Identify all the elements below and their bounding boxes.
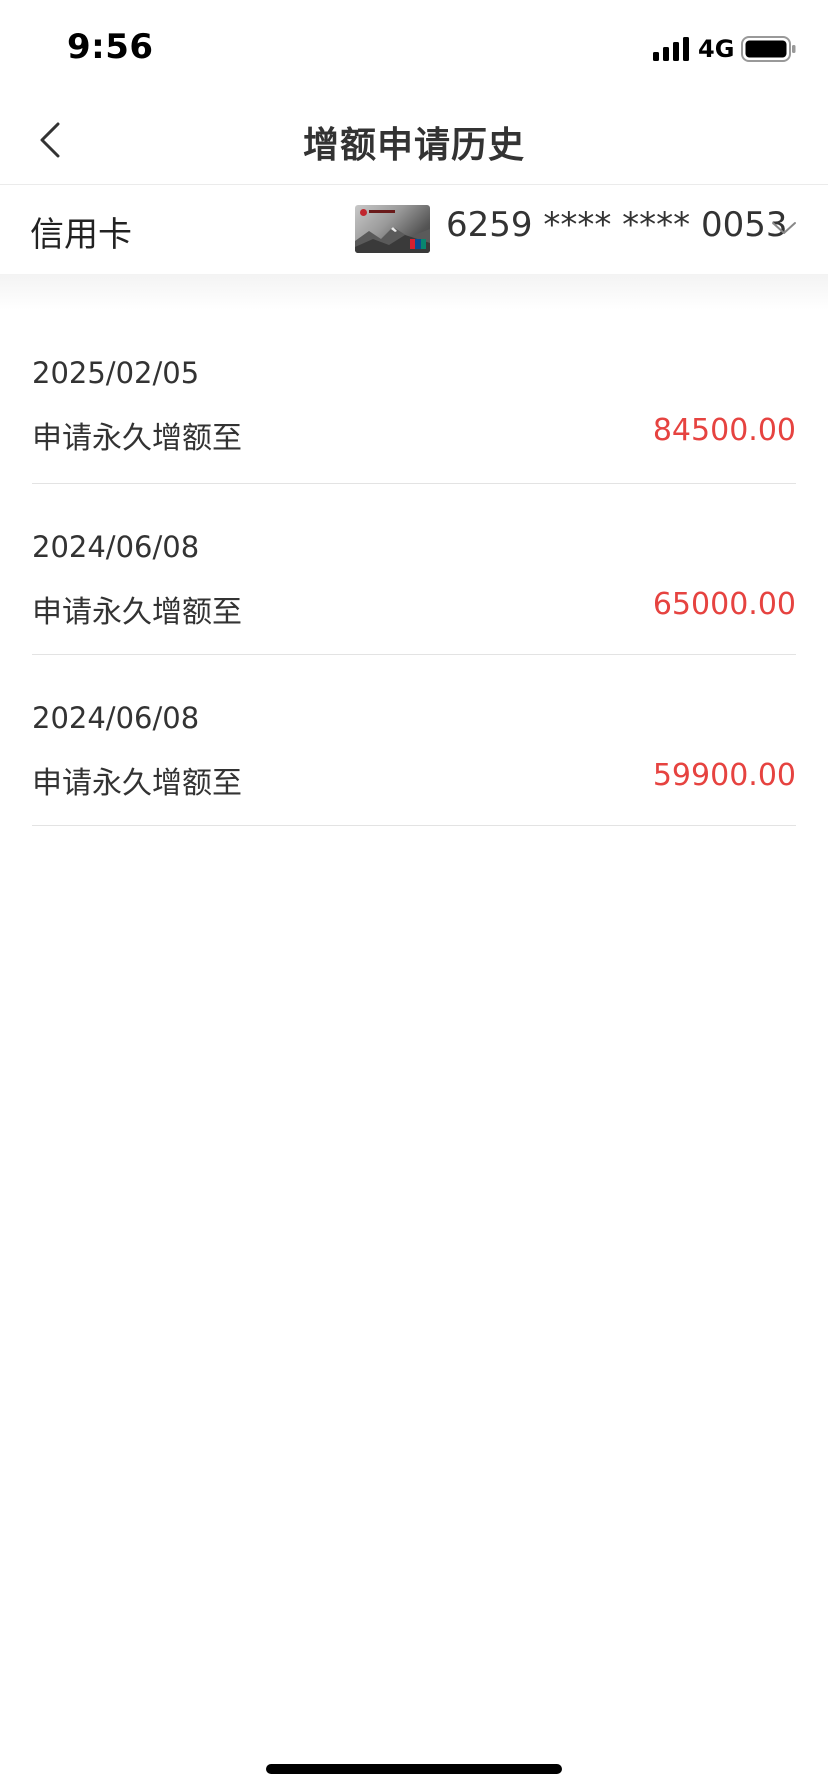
status-bar: 9:56 4G — [0, 0, 828, 96]
battery-icon — [741, 36, 796, 62]
history-item-amount: 65000.00 — [652, 587, 796, 622]
history-list: 2025/02/05 申请永久增额至 84500.00 2024/06/08 申… — [0, 310, 828, 826]
history-item-amount: 84500.00 — [652, 413, 796, 448]
status-time: 9:56 — [67, 27, 154, 67]
history-item: 2025/02/05 申请永久增额至 84500.00 — [32, 310, 796, 484]
cellular-signal-icon — [653, 37, 689, 61]
history-item: 2024/06/08 申请永久增额至 65000.00 — [32, 484, 796, 655]
history-item-description: 申请永久增额至 — [32, 421, 242, 456]
page-title: 增额申请历史 — [302, 125, 525, 166]
chevron-down-icon[interactable] — [770, 219, 798, 237]
card-selector[interactable]: 信用卡 6259 **** **** 0053 — [0, 185, 828, 273]
history-item-date: 2025/02/05 — [32, 356, 200, 390]
card-number: 6259 **** **** 0053 — [446, 205, 788, 245]
bank-logo-icon — [360, 209, 367, 216]
bank-name-mark — [369, 210, 395, 213]
navigation-bar: 增额申请历史 — [0, 96, 828, 185]
credit-card-thumbnail — [355, 205, 430, 253]
card-type-label: 信用卡 — [30, 215, 132, 255]
history-item-description: 申请永久增额至 — [32, 766, 242, 801]
history-item-amount: 59900.00 — [652, 758, 796, 793]
history-item: 2024/06/08 申请永久增额至 59900.00 — [32, 655, 796, 826]
history-item-date: 2024/06/08 — [32, 530, 200, 564]
network-type-label: 4G — [698, 35, 735, 63]
section-separator — [0, 274, 828, 310]
home-indicator[interactable] — [266, 1764, 562, 1774]
history-item-description: 申请永久增额至 — [32, 595, 242, 630]
unionpay-icon — [410, 239, 426, 249]
history-item-date: 2024/06/08 — [32, 701, 200, 735]
